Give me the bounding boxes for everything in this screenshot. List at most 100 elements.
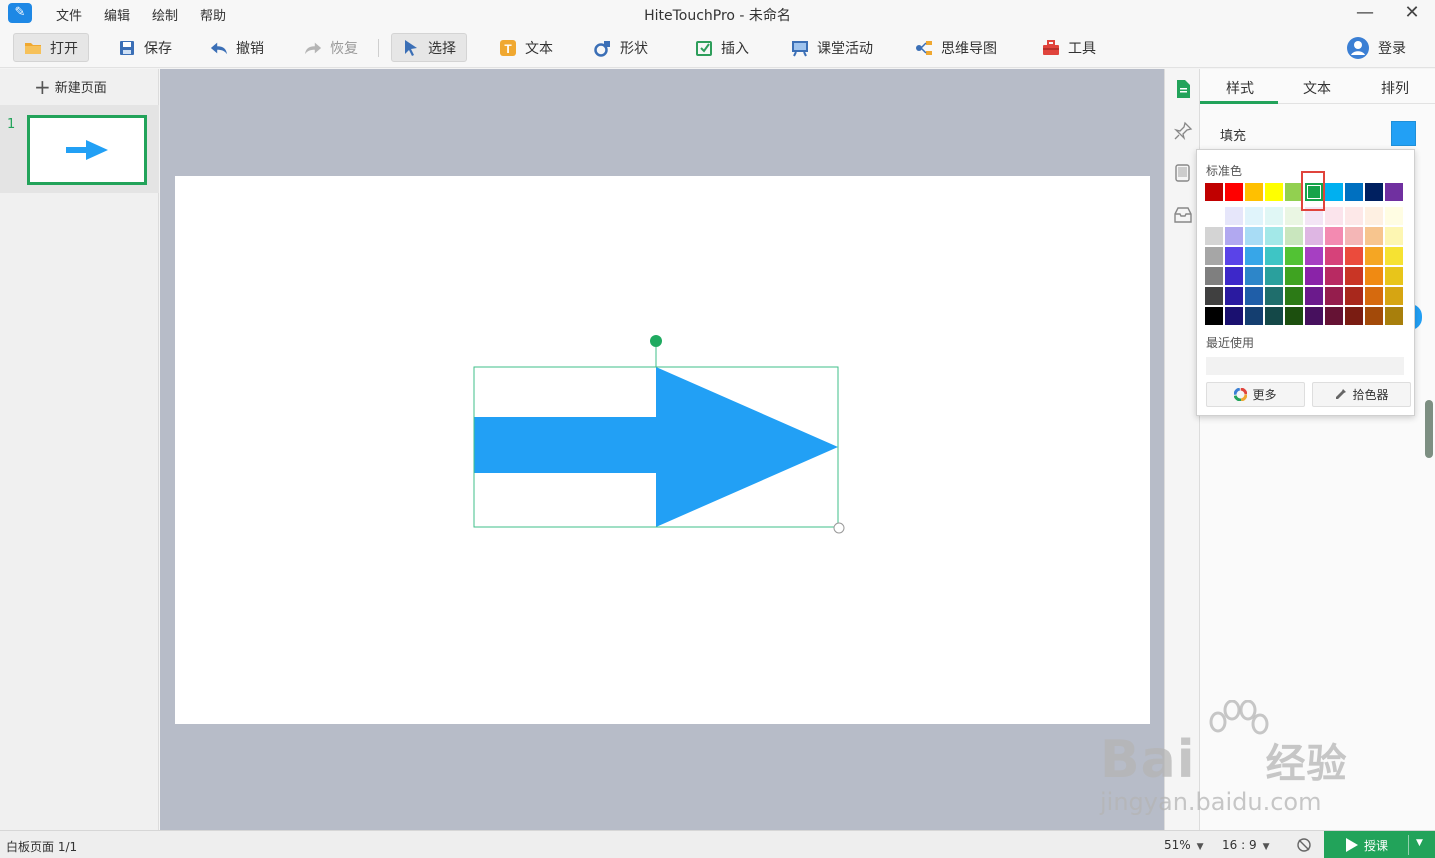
color-swatch[interactable] xyxy=(1225,267,1243,285)
color-swatch[interactable] xyxy=(1265,247,1283,265)
classroom-activity-button[interactable]: 课堂活动 xyxy=(781,33,883,62)
color-swatch[interactable] xyxy=(1385,207,1403,225)
shape-button[interactable]: 形状 xyxy=(584,33,658,62)
color-swatch[interactable] xyxy=(1385,183,1403,201)
color-swatch[interactable] xyxy=(1345,287,1363,305)
color-swatch[interactable] xyxy=(1285,267,1303,285)
color-swatch[interactable] xyxy=(1245,307,1263,325)
minimize-button[interactable]: — xyxy=(1350,2,1380,23)
color-swatch[interactable] xyxy=(1225,183,1243,201)
color-swatch[interactable] xyxy=(1325,247,1343,265)
color-swatch[interactable] xyxy=(1265,207,1283,225)
color-swatch[interactable] xyxy=(1205,307,1223,325)
color-swatch[interactable] xyxy=(1225,207,1243,225)
page-list-item[interactable]: 1 xyxy=(0,105,159,193)
color-swatch[interactable] xyxy=(1245,287,1263,305)
zoom-dropdown[interactable]: 51% ▼ xyxy=(1164,838,1204,852)
archive-box-icon[interactable] xyxy=(1173,205,1193,225)
menu-edit[interactable]: 编辑 xyxy=(104,5,130,24)
login-button[interactable]: 登录 xyxy=(1336,33,1416,62)
color-swatch[interactable] xyxy=(1325,227,1343,245)
color-swatch[interactable] xyxy=(1345,183,1363,201)
color-swatch[interactable] xyxy=(1305,267,1323,285)
panel-scrollbar[interactable] xyxy=(1425,400,1433,458)
color-swatch[interactable] xyxy=(1285,247,1303,265)
color-swatch[interactable] xyxy=(1345,267,1363,285)
color-swatch[interactable] xyxy=(1325,207,1343,225)
color-swatch[interactable] xyxy=(1385,307,1403,325)
fill-color-swatch[interactable] xyxy=(1391,121,1416,146)
color-swatch[interactable] xyxy=(1385,267,1403,285)
color-swatch[interactable] xyxy=(1365,227,1383,245)
color-swatch[interactable] xyxy=(1365,287,1383,305)
color-swatch[interactable] xyxy=(1365,267,1383,285)
color-swatch[interactable] xyxy=(1205,247,1223,265)
color-swatch[interactable] xyxy=(1285,287,1303,305)
color-swatch[interactable] xyxy=(1345,247,1363,265)
select-button[interactable]: 选择 xyxy=(391,33,467,62)
undo-button[interactable]: 撤销 xyxy=(200,33,274,62)
rotate-handle[interactable] xyxy=(650,335,662,347)
color-swatch[interactable] xyxy=(1285,227,1303,245)
mindmap-button[interactable]: 思维导图 xyxy=(905,33,1007,62)
color-swatch[interactable] xyxy=(1325,287,1343,305)
save-button[interactable]: 保存 xyxy=(108,33,182,62)
color-swatch[interactable] xyxy=(1325,267,1343,285)
color-swatch[interactable] xyxy=(1225,287,1243,305)
color-swatch[interactable] xyxy=(1345,227,1363,245)
color-swatch[interactable] xyxy=(1385,287,1403,305)
color-swatch[interactable] xyxy=(1205,267,1223,285)
aspect-ratio-dropdown[interactable]: 16 : 9 ▼ xyxy=(1222,838,1270,852)
color-swatch[interactable] xyxy=(1325,183,1343,201)
color-swatch[interactable] xyxy=(1205,227,1223,245)
new-page-button[interactable]: + 新建页面 xyxy=(34,77,107,97)
tablet-icon[interactable] xyxy=(1173,163,1193,183)
color-swatch[interactable] xyxy=(1205,183,1223,201)
menu-file[interactable]: 文件 xyxy=(56,5,82,24)
page-thumbnail[interactable] xyxy=(27,115,147,185)
color-swatch[interactable] xyxy=(1265,227,1283,245)
color-swatch[interactable] xyxy=(1325,307,1343,325)
color-swatch[interactable] xyxy=(1305,307,1323,325)
color-swatch[interactable] xyxy=(1285,307,1303,325)
insert-button[interactable]: 插入 xyxy=(685,33,759,62)
color-swatch[interactable] xyxy=(1365,183,1383,201)
color-swatch[interactable] xyxy=(1385,227,1403,245)
color-swatch[interactable] xyxy=(1265,287,1283,305)
menu-help[interactable]: 帮助 xyxy=(200,5,226,24)
teach-mode-button[interactable]: 授课 ▼ xyxy=(1324,831,1435,858)
more-colors-button[interactable]: 更多 xyxy=(1206,382,1305,407)
color-swatch[interactable] xyxy=(1345,207,1363,225)
tab-text[interactable]: 文本 xyxy=(1303,78,1331,98)
resize-handle[interactable] xyxy=(833,522,845,534)
color-swatch[interactable] xyxy=(1265,267,1283,285)
chevron-down-icon[interactable]: ▼ xyxy=(1416,838,1423,848)
document-properties-icon[interactable] xyxy=(1173,79,1193,99)
tools-button[interactable]: 工具 xyxy=(1032,33,1106,62)
color-swatch[interactable] xyxy=(1305,247,1323,265)
color-swatch[interactable] xyxy=(1385,247,1403,265)
pin-icon[interactable] xyxy=(1173,121,1193,141)
eyedropper-button[interactable]: 拾色器 xyxy=(1312,382,1411,407)
whiteboard-page[interactable] xyxy=(175,176,1150,724)
color-swatch[interactable] xyxy=(1245,207,1263,225)
color-swatch[interactable] xyxy=(1245,267,1263,285)
color-swatch[interactable] xyxy=(1305,227,1323,245)
text-button[interactable]: T 文本 xyxy=(489,33,563,62)
color-swatch[interactable] xyxy=(1205,287,1223,305)
color-swatch[interactable] xyxy=(1245,227,1263,245)
color-swatch[interactable] xyxy=(1265,183,1283,201)
color-swatch[interactable] xyxy=(1305,287,1323,305)
color-swatch[interactable] xyxy=(1245,183,1263,201)
color-swatch[interactable] xyxy=(1345,307,1363,325)
color-swatch[interactable] xyxy=(1245,247,1263,265)
color-swatch[interactable] xyxy=(1225,307,1243,325)
redo-button[interactable]: 恢复 xyxy=(294,33,368,62)
tab-style[interactable]: 样式 xyxy=(1226,78,1254,98)
tab-arrange[interactable]: 排列 xyxy=(1381,78,1409,98)
menu-draw[interactable]: 绘制 xyxy=(152,5,178,24)
close-button[interactable]: ✕ xyxy=(1397,2,1427,23)
color-swatch[interactable] xyxy=(1265,307,1283,325)
arrow-shape[interactable] xyxy=(474,367,838,527)
color-swatch[interactable] xyxy=(1225,247,1243,265)
